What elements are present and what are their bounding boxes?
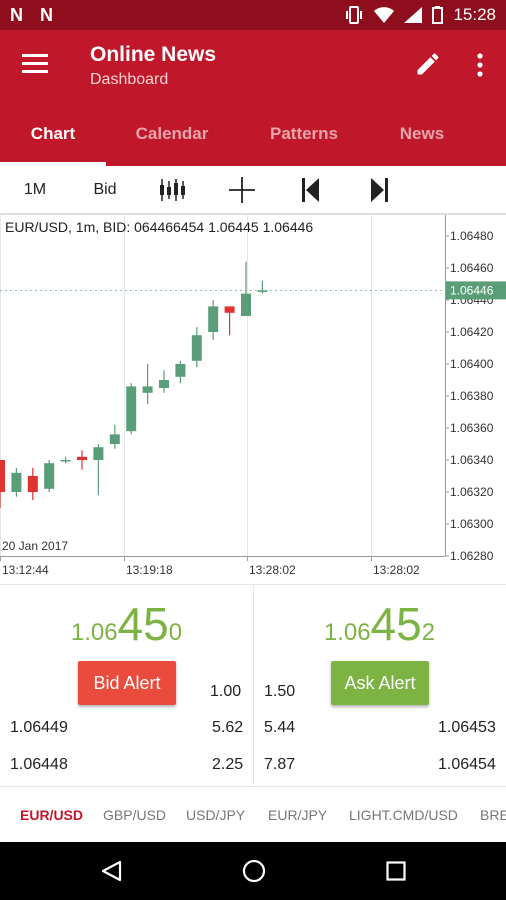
tab-bar: Chart Calendar Patterns News bbox=[0, 108, 506, 166]
y-tick-label: 1.06340 bbox=[450, 453, 494, 467]
status-time: 15:28 bbox=[453, 5, 496, 24]
ask-volume-top: 1.50 bbox=[264, 683, 296, 700]
y-tick-label: 1.06320 bbox=[450, 485, 494, 499]
ohlc-readout: EUR/USD, 1m, BID: 064466454 1.06445 1.06… bbox=[5, 219, 314, 235]
candlestick-icon[interactable] bbox=[158, 177, 188, 203]
symbol-tab-gbpusd[interactable]: GBP/USD bbox=[103, 787, 166, 842]
depth-ask-price: 1.06453 bbox=[438, 719, 496, 736]
chart-canvas: 1.064801.064601.064401.064201.064001.063… bbox=[0, 214, 506, 577]
ask-alert-button[interactable]: Ask Alert bbox=[331, 661, 429, 705]
wifi-icon bbox=[374, 7, 395, 23]
bid-alert-button[interactable]: Bid Alert bbox=[78, 661, 176, 705]
x-tick-label: 13:28:02 bbox=[373, 563, 420, 577]
tab-chart[interactable]: Chart bbox=[0, 108, 106, 166]
notification-icons: N N bbox=[10, 5, 59, 25]
app-bar: Online News Dashboard bbox=[0, 30, 506, 108]
candle-body bbox=[109, 434, 120, 444]
candle-body bbox=[126, 386, 137, 432]
more-vert-icon[interactable] bbox=[470, 52, 490, 78]
candle-body bbox=[60, 460, 71, 462]
price-type-button[interactable]: Bid bbox=[80, 166, 130, 214]
skip-back-icon[interactable] bbox=[302, 178, 320, 202]
candle-body bbox=[11, 472, 22, 492]
price-chart[interactable]: 1.06480 1.06460 1.06440 1.06420 1.06400 1.063… bbox=[0, 214, 506, 584]
candle-body bbox=[0, 460, 5, 492]
battery-icon bbox=[432, 6, 444, 24]
y-tick-label: 1.06380 bbox=[450, 389, 494, 403]
signal-icon bbox=[404, 7, 423, 23]
depth-bid-price: 1.06449 bbox=[10, 719, 68, 736]
symbol-tab-usdjpy[interactable]: USD/JPY bbox=[186, 787, 245, 842]
bid-price: 1.06450 bbox=[70, 598, 183, 650]
home-icon[interactable] bbox=[242, 859, 266, 883]
skip-forward-icon[interactable] bbox=[370, 178, 388, 202]
depth-bid-price: 1.06448 bbox=[10, 756, 68, 773]
y-tick-label: 1.06280 bbox=[450, 549, 494, 563]
depth-bid-volume: 5.62 bbox=[212, 719, 244, 736]
symbol-strip: EUR/USD GBP/USD USD/JPY EUR/JPY LIGHT.CM… bbox=[0, 786, 506, 842]
chart-toolbar: 1M Bid bbox=[0, 166, 506, 214]
y-tick-label: 1.06420 bbox=[450, 325, 494, 339]
x-tick-label: 13:12:44 bbox=[2, 563, 49, 577]
timeframe-button[interactable]: 1M bbox=[10, 166, 60, 214]
tab-patterns[interactable]: Patterns bbox=[238, 108, 370, 166]
tab-calendar[interactable]: Calendar bbox=[106, 108, 238, 166]
symbol-tab-eurjpy[interactable]: EUR/JPY bbox=[268, 787, 327, 842]
vibrate-icon bbox=[346, 6, 363, 24]
candle-body bbox=[241, 293, 251, 316]
x-tick-label: 13:19:18 bbox=[126, 563, 173, 577]
pencil-icon[interactable] bbox=[414, 50, 442, 78]
app-subtitle: Dashboard bbox=[90, 71, 169, 88]
candle-body bbox=[191, 335, 202, 361]
chart-date-label: 20 Jan 2017 bbox=[2, 539, 68, 553]
depth-ask-volume: 5.44 bbox=[264, 719, 296, 736]
depth-ask-volume: 7.87 bbox=[264, 756, 296, 773]
depth-bid-volume: 2.25 bbox=[212, 756, 244, 773]
candle-body bbox=[142, 386, 153, 393]
candle-body bbox=[159, 380, 169, 388]
crosshair-icon[interactable] bbox=[229, 177, 255, 203]
status-bar: N N 15:28 bbox=[0, 0, 506, 30]
symbol-tab-eurusd[interactable]: EUR/USD bbox=[20, 787, 83, 842]
recents-icon[interactable] bbox=[386, 861, 406, 881]
app-title: Online News bbox=[90, 43, 217, 66]
candle-body bbox=[224, 306, 235, 313]
menu-icon[interactable] bbox=[22, 54, 48, 76]
depth-ask-price: 1.06454 bbox=[438, 756, 496, 773]
candle-body bbox=[208, 306, 219, 332]
tab-news[interactable]: News bbox=[370, 108, 474, 166]
nav-bar bbox=[0, 842, 506, 900]
candle-body bbox=[77, 456, 87, 460]
symbol-tab-lightcmd[interactable]: LIGHT.CMD/USD bbox=[349, 787, 458, 842]
y-tick-label: 1.06460 bbox=[450, 261, 494, 275]
candle-body bbox=[93, 447, 104, 460]
y-tick-label: 1.06400 bbox=[450, 357, 494, 371]
y-tick-label: 1.06360 bbox=[450, 421, 494, 435]
y-tick-label: 1.06300 bbox=[450, 517, 494, 531]
candle-body bbox=[175, 364, 186, 377]
current-price-label: 1.06446 bbox=[450, 283, 494, 297]
back-icon[interactable] bbox=[100, 860, 122, 882]
x-tick-label: 13:28:02 bbox=[249, 563, 296, 577]
symbol-tab-bre[interactable]: BRE bbox=[480, 787, 506, 842]
ask-price: 1.06452 bbox=[323, 598, 436, 650]
y-tick-label: 1.06480 bbox=[450, 229, 494, 243]
candle-body bbox=[44, 463, 55, 489]
quotes-panel: 1.06450 1.06452 Bid Alert Ask Alert 1.00… bbox=[0, 584, 506, 785]
candle-body bbox=[27, 476, 38, 492]
bid-volume-top: 1.00 bbox=[210, 683, 242, 700]
